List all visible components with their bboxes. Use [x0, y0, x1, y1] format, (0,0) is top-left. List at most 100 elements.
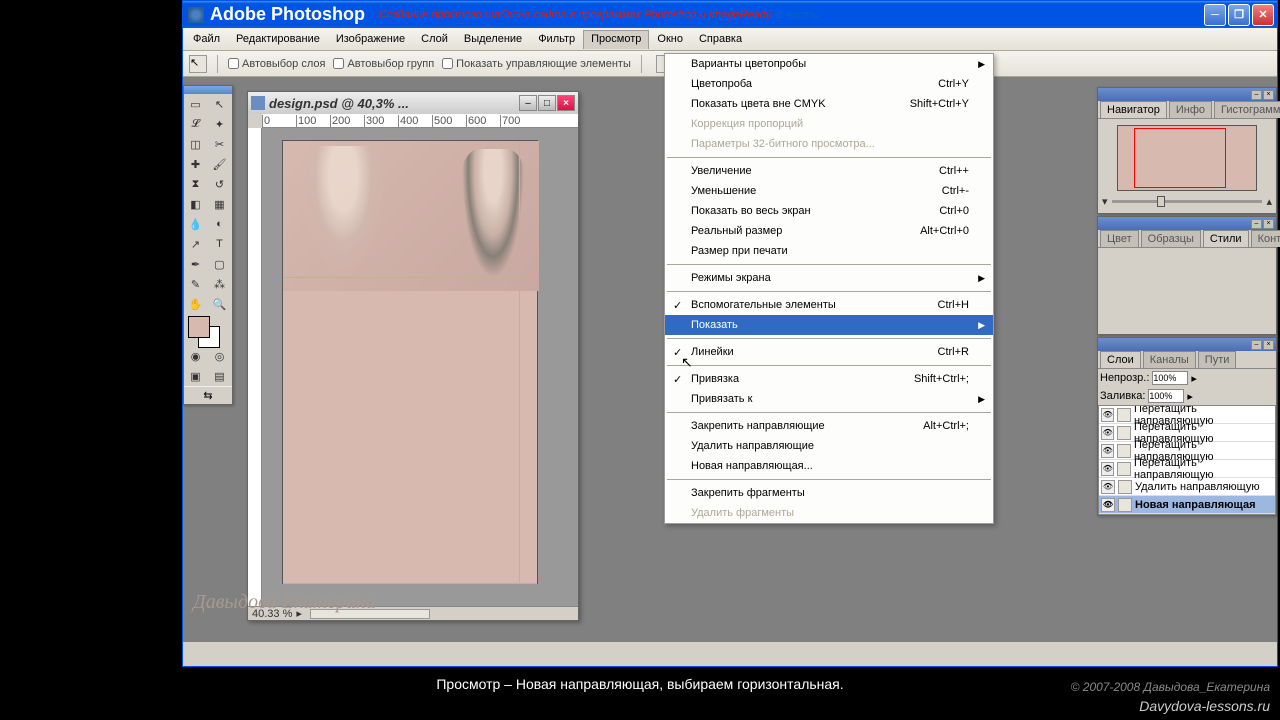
screen-mode-1[interactable]: ▣: [184, 366, 207, 386]
menu-filter[interactable]: Фильтр: [530, 30, 583, 48]
tab-swatches[interactable]: Образцы: [1141, 230, 1201, 247]
panel-close[interactable]: ×: [1263, 219, 1274, 229]
gradient-tool[interactable]: ▦: [208, 194, 231, 214]
path-tool[interactable]: ↗: [184, 234, 207, 254]
pen-tool[interactable]: ✒: [184, 254, 207, 274]
auto-select-group-checkbox[interactable]: Автовыбор групп: [333, 58, 434, 70]
fg-color-swatch[interactable]: [188, 316, 210, 338]
panel-close[interactable]: ×: [1263, 340, 1274, 350]
history-item[interactable]: 👁Перетащить направляющую: [1099, 460, 1275, 478]
menu-item[interactable]: Показать▶: [665, 315, 993, 335]
tab-contours[interactable]: Контуры: [1251, 230, 1280, 247]
panel-close[interactable]: ×: [1263, 90, 1274, 100]
eraser-tool[interactable]: ◧: [184, 194, 207, 214]
tab-styles[interactable]: Стили: [1203, 230, 1249, 247]
screen-mode-2[interactable]: ▤: [208, 366, 231, 386]
menu-select[interactable]: Выделение: [456, 30, 530, 48]
crop-tool[interactable]: ◫: [184, 134, 207, 154]
tab-layers[interactable]: Слои: [1100, 351, 1141, 368]
menu-window[interactable]: Окно: [649, 30, 691, 48]
opacity-input[interactable]: [1152, 371, 1188, 385]
show-transform-controls-checkbox[interactable]: Показать управляющие элементы: [442, 58, 631, 70]
menu-view[interactable]: Просмотр: [583, 30, 649, 49]
color-swatches[interactable]: [184, 314, 232, 346]
doc-maximize[interactable]: □: [538, 95, 556, 111]
ruler-horizontal[interactable]: 0100200300400500600700: [262, 114, 578, 128]
panel-min[interactable]: –: [1251, 90, 1262, 100]
stamp-tool[interactable]: ⧗: [184, 174, 207, 194]
menu-item[interactable]: ✓ЛинейкиCtrl+R: [665, 342, 993, 362]
close-button[interactable]: ✕: [1252, 4, 1274, 26]
menu-item[interactable]: Новая направляющая...: [665, 456, 993, 476]
menu-help[interactable]: Справка: [691, 30, 750, 48]
menu-item[interactable]: Закрепить фрагменты: [665, 483, 993, 503]
quick-mask[interactable]: ◎: [208, 346, 231, 366]
menu-item[interactable]: Показать во весь экранCtrl+0: [665, 201, 993, 221]
tab-channels[interactable]: Каналы: [1143, 351, 1196, 368]
move-tool-icon[interactable]: ↖: [189, 55, 207, 73]
toolbox-header[interactable]: [184, 86, 232, 94]
menu-item[interactable]: Варианты цветопробы▶: [665, 54, 993, 74]
panel-min[interactable]: –: [1251, 219, 1262, 229]
tab-color[interactable]: Цвет: [1100, 230, 1139, 247]
canvas-area[interactable]: [262, 128, 578, 606]
heal-tool[interactable]: ✚: [184, 154, 207, 174]
history-item[interactable]: 👁Новая направляющая: [1099, 496, 1275, 514]
menu-item[interactable]: УвеличениеCtrl++: [665, 161, 993, 181]
menu-item[interactable]: Размер при печати: [665, 241, 993, 261]
menu-item[interactable]: ✓ПривязкаShift+Ctrl+;: [665, 369, 993, 389]
history-item[interactable]: 👁Удалить направляющую: [1099, 478, 1275, 496]
menu-item[interactable]: ЦветопробаCtrl+Y: [665, 74, 993, 94]
tab-histogram[interactable]: Гистограмма: [1214, 101, 1280, 118]
ruler-vertical[interactable]: [248, 128, 262, 606]
fill-input[interactable]: [1148, 389, 1184, 403]
menu-file[interactable]: Файл: [185, 30, 228, 48]
hand-tool[interactable]: ✋: [184, 294, 207, 314]
move-tool[interactable]: ↖: [208, 94, 231, 114]
canvas[interactable]: [282, 140, 538, 584]
menu-item[interactable]: Закрепить направляющиеAlt+Ctrl+;: [665, 416, 993, 436]
doc-close[interactable]: ×: [557, 95, 575, 111]
history-brush-tool[interactable]: ↺: [208, 174, 231, 194]
menu-item[interactable]: УменьшениеCtrl+-: [665, 181, 993, 201]
zoom-tool[interactable]: 🔍: [208, 294, 231, 314]
lasso-tool[interactable]: 𝓛: [184, 114, 207, 134]
zoom-slider[interactable]: [1112, 200, 1263, 203]
shape-tool[interactable]: ▢: [208, 254, 231, 274]
type-tool[interactable]: T: [208, 234, 231, 254]
menu-item[interactable]: Показать цвета вне CMYKShift+Ctrl+Y: [665, 94, 993, 114]
blur-tool[interactable]: 💧: [184, 214, 207, 234]
minimize-button[interactable]: ─: [1204, 4, 1226, 26]
doc-titlebar[interactable]: design.psd @ 40,3% ... – □ ×: [248, 92, 578, 114]
menu-item[interactable]: Реальный размерAlt+Ctrl+0: [665, 221, 993, 241]
menu-edit[interactable]: Редактирование: [228, 30, 328, 48]
tab-paths[interactable]: Пути: [1198, 351, 1237, 368]
auto-select-layer-checkbox[interactable]: Автовыбор слоя: [228, 58, 325, 70]
notes-tool[interactable]: ✎: [184, 274, 207, 294]
menu-layer[interactable]: Слой: [413, 30, 456, 48]
navigator-thumb[interactable]: [1117, 125, 1257, 191]
maximize-button[interactable]: ❐: [1228, 4, 1250, 26]
slice-tool[interactable]: ✂: [208, 134, 231, 154]
brush-tool[interactable]: 🖌: [208, 154, 231, 174]
tab-info[interactable]: Инфо: [1169, 101, 1212, 118]
panel-min[interactable]: –: [1251, 340, 1262, 350]
imageready-jump[interactable]: ⇆: [184, 386, 232, 404]
guide-vertical[interactable]: [519, 141, 520, 583]
dodge-tool[interactable]: ◐: [208, 214, 231, 234]
mask-mode[interactable]: ◉: [184, 346, 207, 366]
tab-navigator[interactable]: Навигатор: [1100, 101, 1167, 118]
history-list[interactable]: 👁Перетащить направляющую👁Перетащить напр…: [1098, 405, 1276, 515]
wand-tool[interactable]: ✦: [208, 114, 231, 134]
menu-image[interactable]: Изображение: [328, 30, 413, 48]
zoom-in-icon[interactable]: ▴: [1266, 195, 1272, 208]
menu-item[interactable]: Удалить направляющие: [665, 436, 993, 456]
guide-horizontal[interactable]: [283, 277, 537, 278]
guide-horizontal[interactable]: [283, 583, 537, 584]
menu-item[interactable]: ✓Вспомогательные элементыCtrl+H: [665, 295, 993, 315]
menu-item[interactable]: Режимы экрана▶: [665, 268, 993, 288]
eyedropper-tool[interactable]: ⁂: [208, 274, 231, 294]
marquee-tool[interactable]: ▭: [184, 94, 207, 114]
doc-minimize[interactable]: –: [519, 95, 537, 111]
menu-item[interactable]: Привязать к▶: [665, 389, 993, 409]
